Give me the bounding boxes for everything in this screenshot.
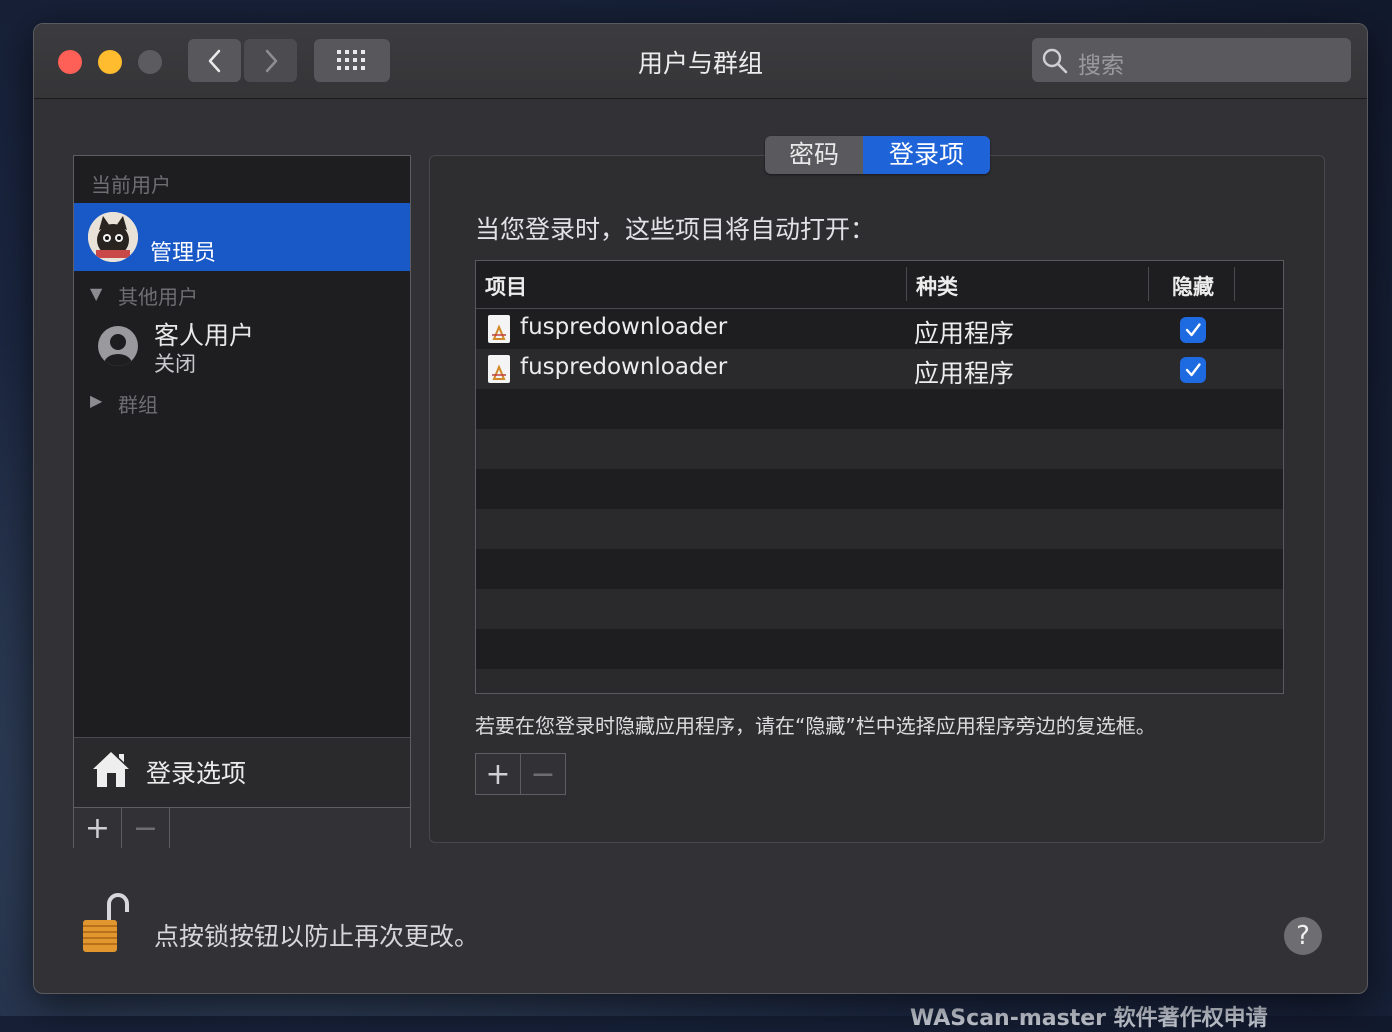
login-options-label: 登录选项 <box>146 759 247 788</box>
tab-password[interactable]: 密码 <box>765 136 863 174</box>
empty-row <box>476 629 1283 669</box>
login-items-table: 项目 种类 隐藏 fuspredownloader 应用程序 fuspredow… <box>475 260 1284 694</box>
table-header: 项目 种类 隐藏 <box>476 261 1283 309</box>
column-divider <box>1234 267 1235 301</box>
item-name: fuspredownloader <box>520 354 728 380</box>
desktop-text: WAScan-master 软件著作权申请 <box>910 1006 1268 1031</box>
column-divider <box>906 267 907 301</box>
current-user-header: 当前用户 <box>91 173 171 197</box>
item-kind: 应用程序 <box>914 359 1015 388</box>
app-icon <box>488 315 510 343</box>
empty-row <box>476 469 1283 509</box>
guest-avatar-icon <box>98 326 138 366</box>
lock-message: 点按锁按钮以防止再次更改。 <box>154 922 480 951</box>
empty-row <box>476 669 1283 693</box>
disclosure-collapsed-icon[interactable]: ▶ <box>90 391 102 410</box>
column-header-hide[interactable]: 隐藏 <box>1172 271 1214 301</box>
system-preferences-window: 用户与群组 搜索 当前用户 管理员 ▼ 其他用户 客人用户 关闭 ▶ 群组 登录… <box>33 23 1368 994</box>
column-header-item[interactable]: 项目 <box>485 271 527 301</box>
table-row[interactable]: fuspredownloader 应用程序 <box>476 349 1283 389</box>
empty-row <box>476 509 1283 549</box>
user-list: 当前用户 管理员 ▼ 其他用户 客人用户 关闭 ▶ 群组 登录选项 + − <box>73 155 411 848</box>
table-row[interactable]: fuspredownloader 应用程序 <box>476 309 1283 349</box>
add-login-item-button[interactable]: + <box>476 754 521 794</box>
tab-login-items[interactable]: 登录项 <box>863 136 990 174</box>
titlebar: 用户与群组 搜索 <box>34 24 1367 99</box>
add-user-button[interactable]: + <box>74 808 122 848</box>
checkmark-icon <box>1185 323 1201 337</box>
house-icon <box>91 749 131 787</box>
unlocked-padlock-icon <box>83 893 129 952</box>
empty-row <box>476 429 1283 469</box>
hide-checkbox[interactable] <box>1180 317 1206 343</box>
remove-login-item-button[interactable]: − <box>521 754 565 794</box>
hide-checkbox[interactable] <box>1180 357 1206 383</box>
app-icon <box>488 355 510 383</box>
hide-hint: 若要在您登录时隐藏应用程序，请在“隐藏”栏中选择应用程序旁边的复选框。 <box>475 714 1156 738</box>
lock-button[interactable] <box>81 890 131 954</box>
login-items-intro: 当您登录时，这些项目将自动打开： <box>475 215 876 244</box>
tab-bar: 密码 登录项 <box>765 136 990 174</box>
empty-row <box>476 549 1283 589</box>
search-icon <box>1042 48 1068 74</box>
search-placeholder: 搜索 <box>1078 53 1124 79</box>
search-field[interactable]: 搜索 <box>1032 38 1351 82</box>
user-list-controls: + − <box>74 807 410 848</box>
item-name: fuspredownloader <box>520 314 728 340</box>
item-kind: 应用程序 <box>914 319 1015 348</box>
help-button[interactable]: ? <box>1284 917 1322 955</box>
login-items-controls: + − <box>475 753 566 795</box>
guest-user-name: 客人用户 <box>154 321 255 350</box>
login-options-item[interactable]: 登录选项 <box>74 737 410 807</box>
empty-row <box>476 389 1283 429</box>
empty-row <box>476 589 1283 629</box>
checkmark-icon <box>1185 363 1201 377</box>
avatar <box>88 212 138 262</box>
other-users-header: 其他用户 <box>118 285 198 309</box>
column-divider <box>1148 267 1149 301</box>
user-item-admin[interactable]: 管理员 <box>74 203 410 271</box>
remove-user-button[interactable]: − <box>122 808 170 848</box>
user-name: 管理员 <box>150 241 217 266</box>
guest-user-status: 关闭 <box>154 352 196 376</box>
disclosure-expanded-icon[interactable]: ▼ <box>90 284 102 303</box>
column-header-kind[interactable]: 种类 <box>916 271 958 301</box>
groups-header: 群组 <box>118 393 158 417</box>
